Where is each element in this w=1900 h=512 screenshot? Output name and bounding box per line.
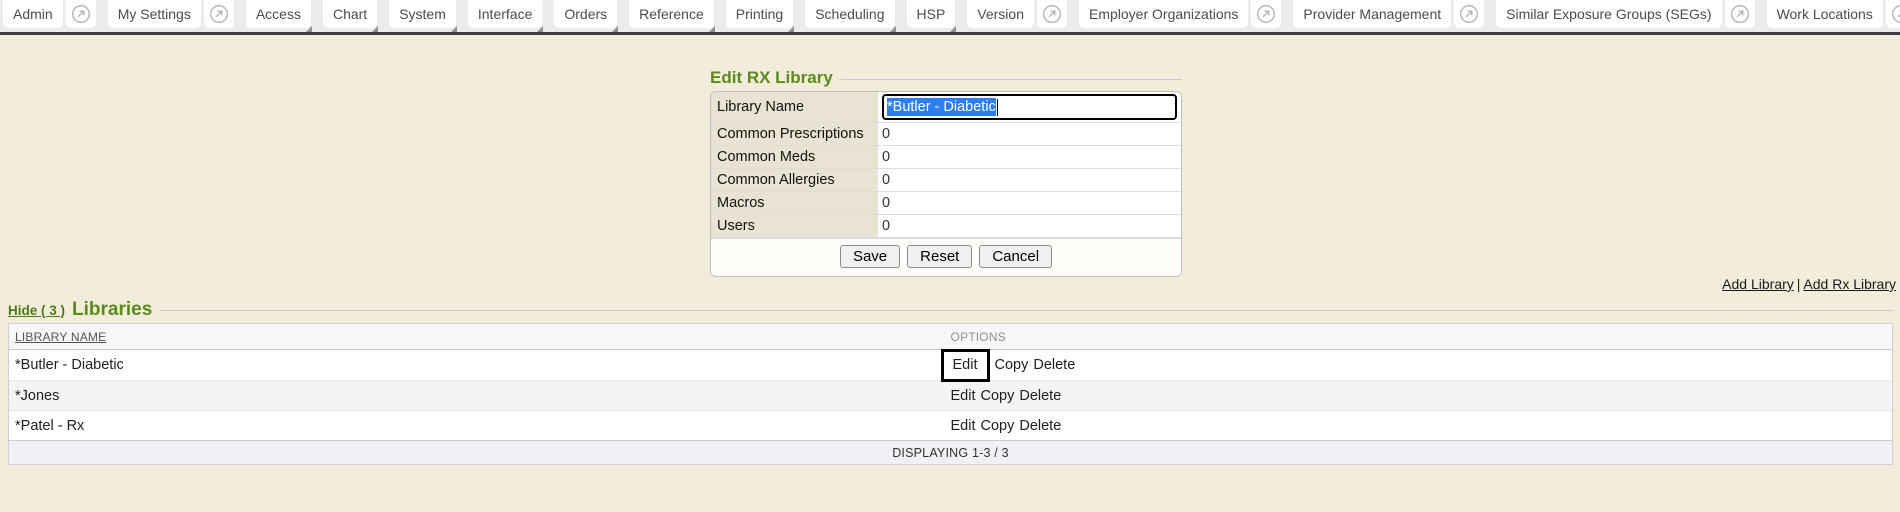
link-separator: | bbox=[1797, 276, 1801, 292]
copy-link[interactable]: Copy bbox=[995, 357, 1029, 373]
nav-tab-my-settings-open-link[interactable] bbox=[204, 0, 234, 28]
libraries-title: Libraries bbox=[72, 299, 152, 321]
library-name-cell: *Butler - Diabetic bbox=[9, 357, 951, 373]
edit-link-highlight-box: Edit bbox=[941, 349, 990, 382]
nav-tab-printing[interactable]: Printing bbox=[726, 0, 793, 28]
form-row-common-prescriptions: Common Prescriptions 0 bbox=[711, 123, 1181, 146]
table-row-jones: *Jones Edit Copy Delete bbox=[9, 380, 1892, 410]
libraries-section: Hide ( 3 ) Libraries LIBRARY NAME OPTION… bbox=[8, 299, 1893, 465]
macros-value: 0 bbox=[878, 192, 1181, 214]
library-name-label: Library Name bbox=[711, 92, 878, 122]
nav-tab-segs-open-link[interactable] bbox=[1725, 0, 1755, 28]
table-paging-status: DISPLAYING 1-3 / 3 bbox=[9, 440, 1892, 464]
nav-tab-employer-organizations-open-link[interactable] bbox=[1251, 0, 1281, 28]
nav-tab-admin[interactable]: Admin bbox=[3, 0, 63, 28]
nav-group-provider-management: Provider Management bbox=[1293, 0, 1484, 28]
add-library-link[interactable]: Add Library bbox=[1722, 276, 1794, 292]
page-content: Edit RX Library Library Name *Butler - D… bbox=[0, 35, 1900, 512]
libraries-title-rule bbox=[159, 310, 1893, 311]
form-title: Edit RX Library bbox=[710, 68, 833, 88]
common-prescriptions-value: 0 bbox=[878, 123, 1181, 145]
form-row-users: Users 0 bbox=[711, 215, 1181, 238]
delete-link[interactable]: Delete bbox=[1019, 418, 1061, 434]
nav-tab-my-settings[interactable]: My Settings bbox=[108, 0, 201, 28]
libraries-table: LIBRARY NAME OPTIONS *Butler - Diabetic … bbox=[8, 323, 1893, 465]
form-row-common-allergies: Common Allergies 0 bbox=[711, 169, 1181, 192]
table-row-patel-rx: *Patel - Rx Edit Copy Delete bbox=[9, 410, 1892, 440]
reset-button[interactable]: Reset bbox=[907, 245, 972, 268]
nav-tab-version[interactable]: Version bbox=[967, 0, 1034, 28]
open-new-window-icon bbox=[1459, 4, 1479, 24]
nav-group-version: Version bbox=[967, 0, 1067, 28]
nav-tab-orders[interactable]: Orders bbox=[554, 0, 617, 28]
delete-link[interactable]: Delete bbox=[1019, 388, 1061, 404]
top-nav: Admin My Settings Access Chart System In… bbox=[0, 0, 1900, 32]
macros-label: Macros bbox=[711, 192, 878, 214]
nav-tab-interface[interactable]: Interface bbox=[468, 0, 542, 28]
save-button[interactable]: Save bbox=[840, 245, 900, 268]
nav-tab-work-locations-open-link[interactable] bbox=[1886, 0, 1900, 28]
edit-rx-library-form: Edit RX Library Library Name *Butler - D… bbox=[710, 68, 1182, 277]
nav-tab-provider-management-open-link[interactable] bbox=[1454, 0, 1484, 28]
nav-tab-provider-management[interactable]: Provider Management bbox=[1293, 0, 1451, 28]
nav-tab-work-locations[interactable]: Work Locations bbox=[1767, 0, 1883, 28]
hide-libraries-link[interactable]: Hide ( 3 ) bbox=[8, 303, 65, 318]
cancel-button[interactable]: Cancel bbox=[979, 245, 1052, 268]
nav-tab-admin-open-link[interactable] bbox=[66, 0, 96, 28]
nav-group-admin: Admin bbox=[3, 0, 96, 28]
form-row-macros: Macros 0 bbox=[711, 192, 1181, 215]
open-new-window-icon bbox=[1256, 4, 1276, 24]
common-meds-label: Common Meds bbox=[711, 146, 878, 168]
open-new-window-icon bbox=[1042, 4, 1062, 24]
library-name-cell: *Patel - Rx bbox=[9, 418, 951, 434]
library-name-cell: *Jones bbox=[9, 388, 951, 404]
open-new-window-icon bbox=[1891, 4, 1900, 24]
nav-tab-system[interactable]: System bbox=[389, 0, 456, 28]
title-rule bbox=[841, 79, 1182, 80]
edit-link[interactable]: Edit bbox=[953, 357, 978, 373]
selected-input-text: *Butler - Diabetic bbox=[887, 98, 996, 116]
copy-link[interactable]: Copy bbox=[981, 388, 1015, 404]
common-allergies-value: 0 bbox=[878, 169, 1181, 191]
nav-tab-version-open-link[interactable] bbox=[1037, 0, 1067, 28]
open-new-window-icon bbox=[209, 4, 229, 24]
nav-group-segs: Similar Exposure Groups (SEGs) bbox=[1496, 0, 1754, 28]
nav-tab-access[interactable]: Access bbox=[246, 0, 311, 28]
form-box: Library Name *Butler - Diabetic Common P… bbox=[710, 91, 1182, 277]
table-row-butler-diabetic: *Butler - Diabetic Edit Copy Delete bbox=[9, 350, 1892, 380]
common-prescriptions-label: Common Prescriptions bbox=[711, 123, 878, 145]
nav-group-work-locations: Work Locations bbox=[1767, 0, 1900, 28]
open-new-window-icon bbox=[1730, 4, 1750, 24]
library-name-input[interactable]: *Butler - Diabetic bbox=[882, 94, 1177, 120]
add-links: Add Library|Add Rx Library bbox=[1722, 276, 1896, 292]
text-caret bbox=[997, 99, 999, 116]
common-meds-value: 0 bbox=[878, 146, 1181, 168]
common-allergies-label: Common Allergies bbox=[711, 169, 878, 191]
nav-group-my-settings: My Settings bbox=[108, 0, 234, 28]
users-value: 0 bbox=[878, 215, 1181, 237]
add-rx-library-link[interactable]: Add Rx Library bbox=[1803, 276, 1896, 292]
form-row-common-meds: Common Meds 0 bbox=[711, 146, 1181, 169]
form-buttons-row: Save Reset Cancel bbox=[711, 238, 1181, 276]
form-row-library-name: Library Name *Butler - Diabetic bbox=[711, 92, 1181, 123]
open-new-window-icon bbox=[71, 4, 91, 24]
nav-tab-chart[interactable]: Chart bbox=[323, 0, 377, 28]
nav-tab-employer-organizations[interactable]: Employer Organizations bbox=[1079, 0, 1248, 28]
nav-group-employer-organizations: Employer Organizations bbox=[1079, 0, 1281, 28]
nav-tab-hsp[interactable]: HSP bbox=[907, 0, 956, 28]
nav-tab-scheduling[interactable]: Scheduling bbox=[805, 0, 894, 28]
libraries-table-header: LIBRARY NAME OPTIONS bbox=[9, 324, 1892, 350]
users-label: Users bbox=[711, 215, 878, 237]
options-column-header: OPTIONS bbox=[951, 330, 1893, 344]
edit-link[interactable]: Edit bbox=[951, 388, 976, 404]
copy-link[interactable]: Copy bbox=[981, 418, 1015, 434]
library-name-column-header[interactable]: LIBRARY NAME bbox=[15, 330, 106, 344]
edit-link[interactable]: Edit bbox=[951, 418, 976, 434]
delete-link[interactable]: Delete bbox=[1033, 357, 1075, 373]
nav-tab-segs[interactable]: Similar Exposure Groups (SEGs) bbox=[1496, 0, 1721, 28]
nav-tab-reference[interactable]: Reference bbox=[629, 0, 714, 28]
